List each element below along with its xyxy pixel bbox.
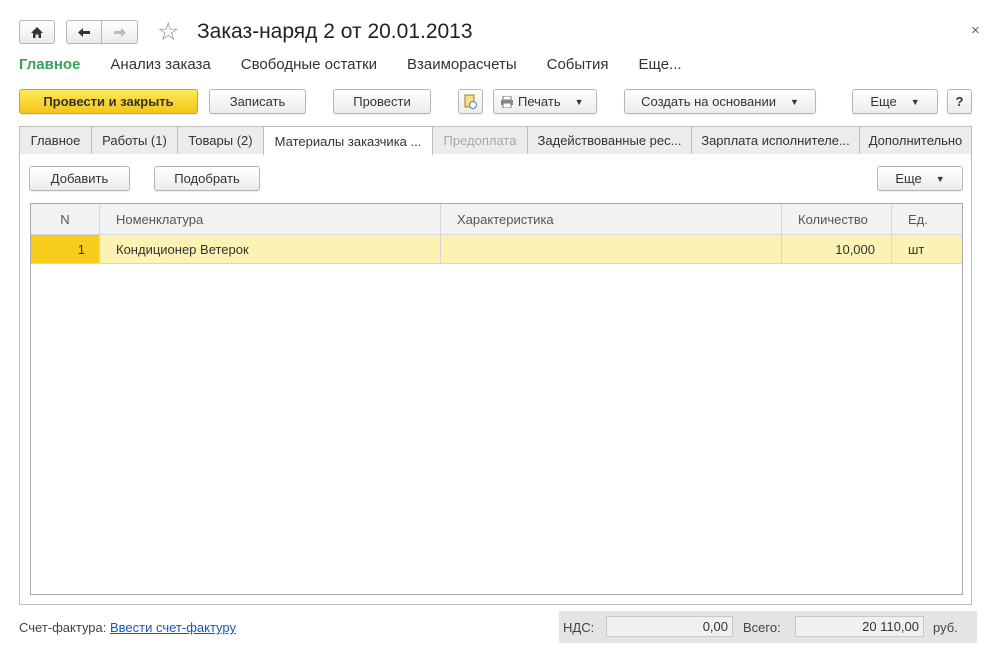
back-button[interactable] [66, 20, 102, 44]
vat-field: 0,00 [606, 616, 733, 637]
tab-main[interactable]: Главное [19, 126, 92, 154]
chevron-down-icon: ▼ [789, 96, 799, 107]
print-dropdown-button[interactable]: Печать ▼ [493, 89, 597, 114]
document-tabs: Главное Работы (1) Товары (2) Материалы … [19, 126, 972, 155]
cell-quantity[interactable]: 10,000 [782, 235, 892, 263]
vat-label: НДС: [563, 620, 595, 635]
tab-customer-materials[interactable]: Материалы заказчика ... [263, 126, 433, 155]
currency-label: руб. [933, 620, 958, 635]
forward-button[interactable] [102, 20, 138, 44]
post-label: Провести [353, 94, 411, 109]
more-actions-button[interactable]: Еще ▼ [852, 89, 938, 114]
tab-goods[interactable]: Товары (2) [177, 126, 264, 154]
home-icon [31, 26, 43, 38]
menu-item-main[interactable]: Главное [19, 56, 80, 73]
favorite-star-icon[interactable]: ☆ [157, 17, 179, 47]
cell-n: 1 [31, 235, 100, 263]
totals-bar: НДС: 0,00 Всего: 20 110,00 руб. [559, 611, 977, 643]
post-button[interactable]: Провести [333, 89, 431, 114]
help-button[interactable]: ? [947, 89, 972, 114]
invoice-label: Счет-фактура: [19, 620, 107, 635]
print-label: Печать [518, 94, 561, 109]
arrow-left-icon [78, 27, 90, 37]
add-row-button[interactable]: Добавить [29, 166, 130, 191]
section-menu: Главное Анализ заказа Свободные остатки … [19, 56, 712, 73]
menu-item-order-analysis[interactable]: Анализ заказа [110, 56, 210, 73]
total-label: Всего: [743, 620, 781, 635]
pick-items-button[interactable]: Подобрать [154, 166, 260, 191]
menu-item-free-stock[interactable]: Свободные остатки [241, 56, 377, 73]
tab-prepayment[interactable]: Предоплата [432, 126, 528, 154]
tab-works[interactable]: Работы (1) [91, 126, 178, 154]
table-header: N Номенклатура Характеристика Количество… [31, 204, 962, 235]
pick-items-label: Подобрать [174, 171, 240, 186]
more-actions-label: Еще [870, 94, 897, 109]
column-header-quantity[interactable]: Количество [782, 204, 892, 234]
cell-characteristic[interactable] [441, 235, 782, 263]
total-field: 20 110,00 [795, 616, 924, 637]
page-title: Заказ-наряд 2 от 20.01.2013 [197, 20, 473, 43]
cell-unit[interactable]: шт [892, 235, 962, 263]
help-label: ? [955, 94, 964, 109]
chevron-down-icon: ▼ [574, 96, 584, 107]
column-header-n[interactable]: N [31, 204, 100, 234]
create-based-on-label: Создать на основании [641, 94, 776, 109]
document-structure-button[interactable] [458, 89, 483, 114]
column-header-unit[interactable]: Ед. [892, 204, 962, 234]
add-row-label: Добавить [50, 171, 109, 186]
column-header-nomenclature[interactable]: Номенклатура [100, 204, 441, 234]
navigation-group [19, 20, 138, 44]
menu-item-events[interactable]: События [547, 56, 609, 73]
arrow-right-icon [113, 27, 126, 37]
document-structure-icon [464, 94, 477, 109]
column-header-characteristic[interactable]: Характеристика [441, 204, 782, 234]
tab-resources[interactable]: Задействованные рес... [527, 126, 692, 154]
tab-additional[interactable]: Дополнительно [859, 126, 972, 154]
enter-invoice-link[interactable]: Ввести счет-фактуру [110, 620, 236, 635]
table-more-label: Еще [895, 171, 922, 186]
post-and-close-button[interactable]: Провести и закрыть [19, 89, 198, 114]
menu-item-more[interactable]: Еще... [639, 56, 682, 73]
table-row[interactable]: 1 Кондиционер Ветерок 10,000 шт [31, 235, 962, 264]
home-button[interactable] [19, 20, 55, 44]
post-and-close-label: Провести и закрыть [43, 94, 174, 109]
save-button[interactable]: Записать [209, 89, 306, 114]
create-based-on-button[interactable]: Создать на основании ▼ [624, 89, 816, 114]
menu-item-settlements[interactable]: Взаиморасчеты [407, 56, 517, 73]
materials-table[interactable]: N Номенклатура Характеристика Количество… [30, 203, 963, 595]
tab-contractor-salary[interactable]: Зарплата исполнителе... [691, 126, 860, 154]
cell-nomenclature[interactable]: Кондиционер Ветерок [100, 235, 441, 263]
printer-icon [501, 95, 513, 108]
chevron-down-icon: ▼ [935, 173, 945, 184]
close-icon[interactable]: × [971, 22, 980, 39]
save-label: Записать [229, 94, 286, 109]
chevron-down-icon: ▼ [910, 96, 920, 107]
table-more-button[interactable]: Еще ▼ [877, 166, 963, 191]
